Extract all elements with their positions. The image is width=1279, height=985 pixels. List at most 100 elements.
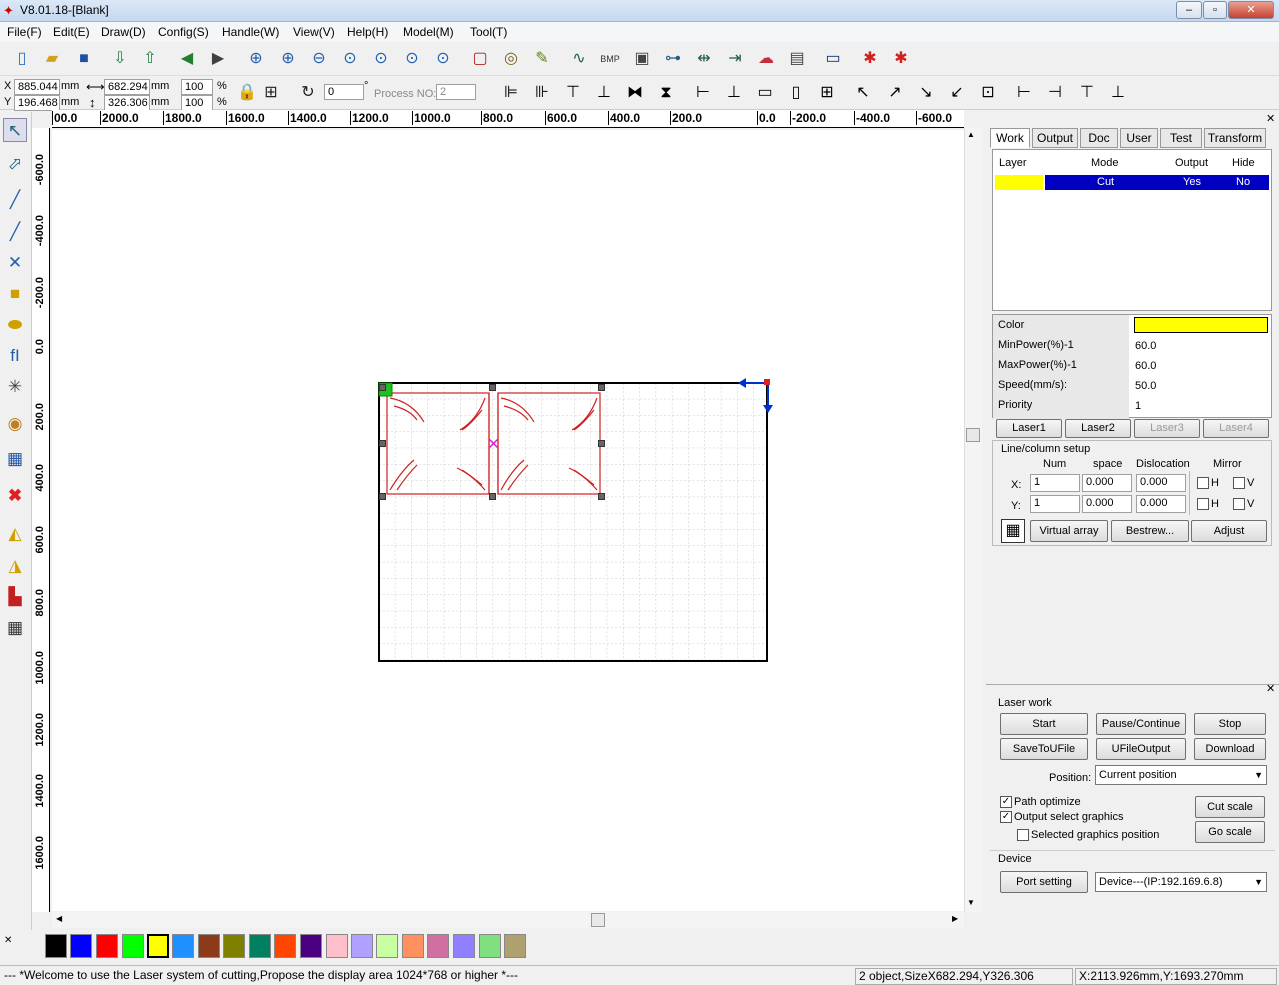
palette-close-icon[interactable]: ✕ [4,935,12,946]
palette-swatch[interactable] [96,934,118,958]
handle-tr[interactable] [598,384,605,391]
mirror-x-h-checkbox[interactable] [1197,477,1209,489]
pos-center-icon[interactable]: ⊡ [976,81,1000,105]
hscroll-thumb[interactable] [591,913,605,927]
align-top-icon[interactable]: ⊤ [561,81,585,105]
mirror-y-h-checkbox[interactable] [1197,498,1209,510]
align-edge-icon[interactable]: ⇥ [723,47,747,71]
panel-close-icon[interactable]: ✕ [1266,112,1275,125]
delete-icon[interactable]: ✖ [3,484,27,508]
position-select[interactable]: Current position [1095,765,1267,785]
save-to-ufile-button[interactable]: SaveToUFile [1000,738,1088,760]
start-button[interactable]: Start [1000,713,1088,735]
array-x-space[interactable]: 0.000 [1082,474,1132,492]
tree-icon[interactable]: ⊶ [661,47,685,71]
zoom-select-icon[interactable]: ⊙ [369,47,393,71]
mirror-y-v-checkbox[interactable] [1233,498,1245,510]
cut-scale-button[interactable]: Cut scale [1195,796,1265,818]
anchor-grid-icon[interactable]: ⊞ [259,81,283,105]
point-icon[interactable]: ✳ [3,375,27,399]
scale-x-field[interactable]: 100 [181,79,213,95]
laser2-button[interactable]: Laser2 [1065,419,1131,438]
right-edge-icon[interactable]: ⊣ [1043,81,1067,105]
handle-b[interactable] [489,493,496,500]
frame-icon[interactable]: ▣ [630,47,654,71]
camera-icon[interactable]: ◉ [3,412,27,436]
distance-icon[interactable]: ⇹ [692,47,716,71]
bottom-edge-icon[interactable]: ⊥ [1106,81,1130,105]
save-icon[interactable]: ■ [72,47,96,71]
width-field[interactable]: 682.294 [104,79,150,95]
bmp-icon[interactable]: BMP [598,47,622,71]
text-icon[interactable]: fI [3,344,27,368]
palette-swatch[interactable] [45,934,67,958]
palette-swatch[interactable] [249,934,271,958]
grid-array-icon[interactable]: ▦ [3,447,27,471]
palette-swatch[interactable] [326,934,348,958]
ufile-output-button[interactable]: UFileOutput [1096,738,1186,760]
vscroll-thumb[interactable] [966,428,980,442]
line-icon[interactable]: ╱ [3,188,27,212]
palette-swatch[interactable] [453,934,475,958]
node-select-icon[interactable]: ⬀ [3,152,27,176]
height-field[interactable]: 326.306 [104,95,150,111]
tab-test[interactable]: Test [1160,128,1202,148]
array-y-num[interactable]: 1 [1030,495,1080,513]
rectangle-icon[interactable]: ■ [3,282,27,306]
tab-output[interactable]: Output [1032,128,1078,148]
zoom-out-icon[interactable]: ⊖ [307,47,331,71]
palette-swatch[interactable] [122,934,144,958]
select-rect-icon[interactable]: ▢ [468,47,492,71]
align-bottom-icon[interactable]: ⊥ [592,81,616,105]
flag-icon[interactable]: ▙ [3,585,27,609]
go-scale-button[interactable]: Go scale [1195,821,1265,843]
zoom-window-icon[interactable]: ⊙ [431,47,455,71]
laser3-button[interactable]: Laser3 [1134,419,1200,438]
prop-priority-value[interactable]: 1 [1135,400,1141,412]
mirror-x-v-checkbox[interactable] [1233,477,1245,489]
pos-bottomright-icon[interactable]: ↘ [914,81,938,105]
array-x-disl[interactable]: 0.000 [1136,474,1186,492]
group-icon[interactable]: ✱ [858,47,882,71]
drawing-canvas[interactable] [52,130,964,911]
angle-field[interactable]: 0 [324,84,364,100]
pause-continue-button[interactable]: Pause/Continue [1096,713,1186,735]
align-hcenter-icon[interactable]: ⧓ [623,81,647,105]
monitor-icon[interactable]: ▭ [821,47,845,71]
palette-swatch[interactable] [351,934,373,958]
prop-minpower-value[interactable]: 60.0 [1135,340,1156,352]
handle-t[interactable] [489,384,496,391]
same-height-icon[interactable]: ⊥ [722,81,746,105]
pan-zoom-icon[interactable]: ⊕ [244,47,268,71]
menu-help[interactable]: Help(H) [347,25,388,39]
download-button[interactable]: Download [1194,738,1266,760]
selected-position-checkbox[interactable] [1017,829,1029,841]
vdist-icon[interactable]: ▯ [784,81,808,105]
close-window-button[interactable]: ✕ [1228,1,1274,19]
document-icon[interactable]: ▤ [785,47,809,71]
device-select[interactable]: Device---(IP:192.169.6.8) [1095,872,1267,892]
bestrew-button[interactable]: Bestrew... [1111,520,1189,542]
minimize-button[interactable]: – [1176,1,1202,19]
pos-topleft-icon[interactable]: ↖ [851,81,875,105]
menu-config[interactable]: Config(S) [158,25,209,39]
laserwork-close-icon[interactable]: ✕ [1266,682,1275,695]
handle-bl[interactable] [379,493,386,500]
polyline-icon[interactable]: ╱ [3,220,27,244]
open-folder-icon[interactable]: ▰ [40,47,64,71]
handle-r[interactable] [598,440,605,447]
palette-swatch[interactable] [427,934,449,958]
lock-ratio-icon[interactable]: 🔒 [235,81,259,105]
same-width-icon[interactable]: ⊢ [691,81,715,105]
palette-swatch[interactable] [504,934,526,958]
y-coord-field[interactable]: 196.468 [14,95,60,111]
ellipse-icon[interactable]: ⬬ [3,313,27,337]
array-y-disl[interactable]: 0.000 [1136,495,1186,513]
stop-button[interactable]: Stop [1194,713,1266,735]
tab-doc[interactable]: Doc [1080,128,1118,148]
array-grid-icon[interactable]: ▦ [1001,519,1025,543]
prop-speed-value[interactable]: 50.0 [1135,380,1156,392]
new-file-icon[interactable]: ▯ [10,47,34,71]
maximize-button[interactable]: ▫ [1203,1,1227,19]
menu-draw[interactable]: Draw(D) [101,25,146,39]
